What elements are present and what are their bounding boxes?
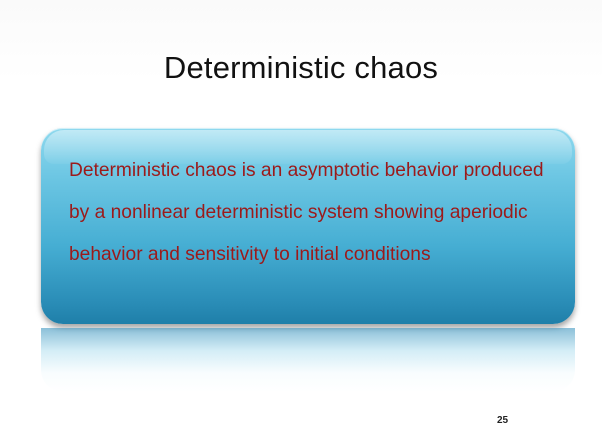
definition-callout-box: Deterministic chaos is an asymptotic beh… <box>41 128 575 324</box>
slide-title: Deterministic chaos <box>163 50 439 85</box>
definition-text: Deterministic chaos is an asymptotic beh… <box>69 160 544 265</box>
callout-reflection <box>41 328 575 392</box>
slide-number: 25 <box>497 415 509 426</box>
slide: Deterministic chaos Deterministic chaos … <box>0 0 602 447</box>
